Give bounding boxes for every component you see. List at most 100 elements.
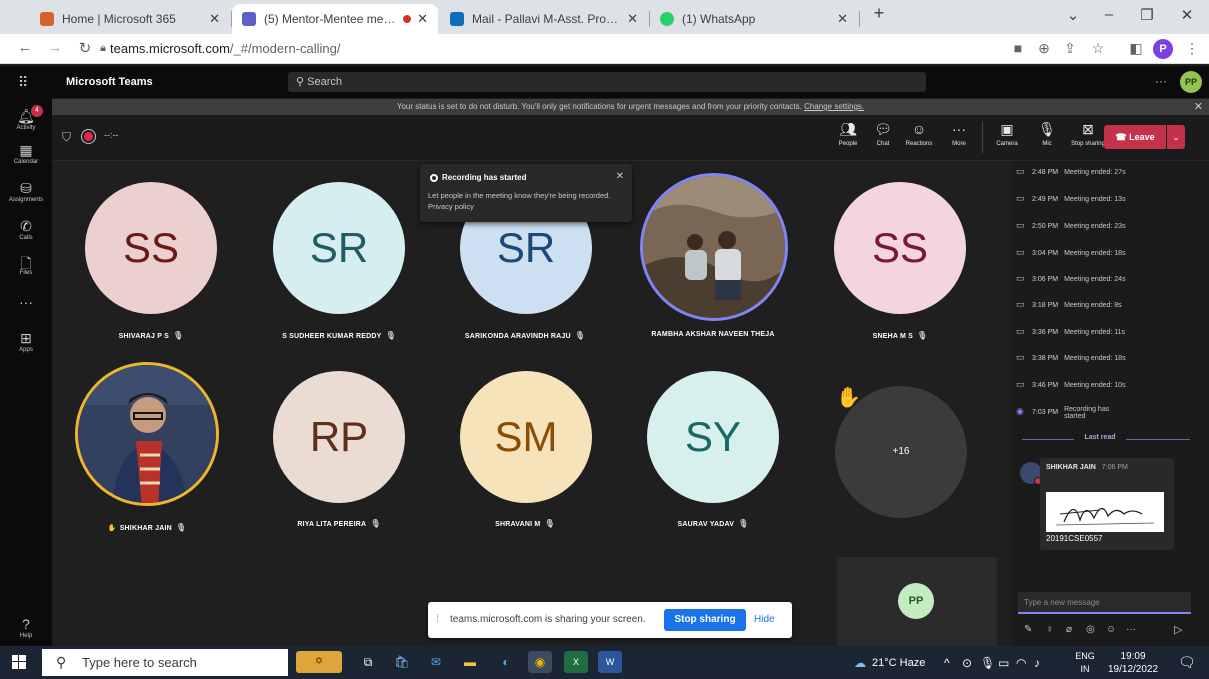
mic-icon: 🎙︎ — [1038, 121, 1056, 137]
chat-button[interactable]: 💬︎ Chat — [864, 121, 902, 147]
browser-tab[interactable]: Mail - Pallavi M-Asst. Prof-CSE - • ✕ — [440, 4, 648, 34]
participant-avatar[interactable]: RP — [273, 371, 405, 503]
close-icon[interactable]: ✕ — [417, 11, 428, 27]
rail-item-apps[interactable]: ⊞ Apps — [0, 330, 52, 353]
speaker-icon[interactable]: ♪ — [1034, 656, 1040, 670]
more-button[interactable]: ··· More — [940, 121, 978, 147]
excel-icon[interactable]: X — [564, 651, 588, 673]
mic-button[interactable]: 🎙︎ Mic — [1028, 121, 1066, 147]
people-button[interactable]: 👥︎ People — [829, 121, 867, 147]
browser-tab-active[interactable]: (5) Mentor-Mentee meet1 (• ✕ — [232, 4, 438, 34]
store-icon[interactable]: 🛍︎ — [390, 651, 414, 673]
battery-icon[interactable]: ▭ — [998, 656, 1009, 670]
rail-item-files[interactable]: 🗋︎ Files — [0, 253, 52, 276]
leave-options-button[interactable]: ⌄ — [1167, 125, 1185, 149]
format-icon[interactable]: ✎ — [1024, 624, 1032, 635]
participant-photo-avatar[interactable] — [75, 362, 219, 506]
file-explorer-icon[interactable]: ▬ — [458, 651, 482, 673]
zoom-icon[interactable]: ⊕ — [1034, 40, 1054, 57]
edge-icon[interactable]: ◐ — [494, 651, 518, 673]
task-view-icon[interactable]: ⧉ — [356, 651, 380, 673]
wifi-icon[interactable]: ◠ — [1016, 656, 1026, 670]
close-icon[interactable]: ✕ — [616, 171, 624, 182]
participant-avatar[interactable]: SY — [647, 371, 779, 503]
windows-start-icon[interactable] — [12, 655, 26, 669]
share-icon[interactable]: ⇪ — [1060, 40, 1080, 57]
participant-avatar[interactable]: SS — [834, 182, 966, 314]
name-text: RIYA LITA PEREIRA — [297, 521, 367, 528]
url-field[interactable]: teams.microsoft.com/_#/modern-calling/ — [110, 41, 340, 56]
search-input[interactable]: ⚲ Search — [288, 72, 926, 92]
loop-icon[interactable]: ◎ — [1086, 624, 1095, 635]
message-input[interactable]: Type a new message — [1018, 592, 1191, 614]
browser-tab[interactable]: (1) WhatsApp ✕ — [650, 4, 858, 34]
chat-message[interactable]: SHIKHAR JAIN 7:06 PM 20191CSE0557 — [1040, 458, 1174, 550]
more-icon[interactable]: ··· — [1126, 624, 1136, 635]
rail-item-activity[interactable]: 🔔︎ Activity 4 — [0, 105, 52, 131]
hide-button[interactable]: Hide — [754, 614, 775, 625]
drag-handle-icon[interactable]: ⁞ — [436, 613, 439, 625]
browser-profile-avatar[interactable]: P — [1153, 39, 1173, 59]
participant-name: S SUDHEER KUMAR REDDY 🎙︎ — [244, 331, 434, 340]
dnd-text: Your status is set to do not disturb. Yo… — [396, 102, 802, 111]
back-icon[interactable]: ← — [14, 39, 36, 56]
close-icon[interactable]: ✕ — [1194, 99, 1203, 115]
clock-date: 19/12/2022 — [1108, 664, 1159, 675]
hotspot-icon[interactable]: ⊙ — [962, 656, 972, 670]
rail-item-help[interactable]: ? Help — [0, 616, 52, 639]
bookmark-star-icon[interactable]: ☆ — [1088, 40, 1108, 57]
leave-button[interactable]: ☎ Leave — [1104, 125, 1166, 149]
news-widget-icon[interactable]: ✡ — [296, 651, 342, 673]
lightbulb-icon[interactable]: ♀ — [1046, 624, 1054, 635]
word-icon[interactable]: W — [598, 651, 622, 673]
chat-icon: 💬︎ — [874, 121, 892, 137]
camera-indicator-icon[interactable]: ■ — [1008, 40, 1028, 56]
participant-avatar[interactable]: SS — [85, 182, 217, 314]
participant-avatar[interactable]: SR — [273, 182, 405, 314]
browser-menu-icon[interactable]: ⋮ — [1182, 40, 1202, 57]
more-icon[interactable]: ··· — [1155, 74, 1167, 88]
mic-icon[interactable]: 🎙︎ — [980, 656, 995, 670]
close-icon[interactable]: ✕ — [627, 11, 638, 27]
weather-text[interactable]: 21°C Haze — [872, 657, 925, 669]
restore-icon[interactable]: ❐ — [1132, 6, 1162, 24]
rail-item-calendar[interactable]: ▦ Calendar — [0, 142, 52, 165]
stop-sharing-button[interactable]: Stop sharing — [664, 609, 746, 631]
chrome-icon[interactable]: ◉ — [528, 651, 552, 673]
notifications-icon[interactable]: 🗨︎ — [1178, 654, 1196, 671]
more-icon: ··· — [952, 121, 966, 137]
signature-image[interactable] — [1046, 492, 1164, 532]
taskbar-search[interactable]: ⚲ Type here to search — [42, 649, 288, 676]
taskbar-clock[interactable]: 19:09 19/12/2022 — [1108, 650, 1158, 676]
camera-button[interactable]: ▣ Camera — [988, 121, 1026, 147]
participant-photo-avatar[interactable] — [640, 173, 788, 321]
app-launcher-icon[interactable]: ⠿ — [18, 74, 28, 91]
change-settings-link[interactable]: Change settings. — [804, 102, 864, 111]
language-indicator[interactable]: ENG IN — [1073, 650, 1097, 676]
new-tab-button[interactable]: + — [864, 3, 894, 24]
overflow-participants[interactable]: +16 — [835, 386, 967, 518]
attach-icon[interactable]: ⌀ — [1066, 624, 1072, 635]
side-panel-icon[interactable]: ◧ — [1126, 40, 1146, 57]
tab-search-icon[interactable]: ⌄ — [1058, 6, 1088, 24]
event-text: Meeting ended: 23s — [1064, 223, 1126, 230]
minimize-icon[interactable]: – — [1094, 6, 1124, 23]
event-text: Recording has started — [1064, 406, 1110, 420]
close-icon[interactable]: ✕ — [837, 11, 848, 27]
rail-item-more[interactable]: ··· — [0, 294, 52, 310]
browser-tab[interactable]: Home | Microsoft 365 ✕ — [30, 4, 230, 34]
forward-icon[interactable]: → — [44, 39, 66, 56]
rail-item-assignments[interactable]: ⛁ Assignments — [0, 180, 52, 203]
reactions-icon: ☺ — [911, 121, 927, 137]
user-avatar[interactable]: PP — [1180, 71, 1202, 93]
emoji-icon[interactable]: ☺ — [1106, 624, 1116, 635]
rail-item-calls[interactable]: ✆ Calls — [0, 218, 52, 241]
chat-event: ▭ 2:48 PM Meeting ended: 27s — [1016, 166, 1206, 177]
send-icon[interactable]: ▷ — [1174, 623, 1182, 636]
mail-icon[interactable]: ✉ — [424, 651, 448, 673]
participant-avatar[interactable]: SM — [460, 371, 592, 503]
close-icon[interactable]: ✕ — [209, 11, 220, 27]
window-close-icon[interactable]: ✕ — [1172, 6, 1202, 24]
reactions-button[interactable]: ☺ Reactions — [900, 121, 938, 147]
chevron-up-icon[interactable]: ^ — [944, 656, 950, 670]
